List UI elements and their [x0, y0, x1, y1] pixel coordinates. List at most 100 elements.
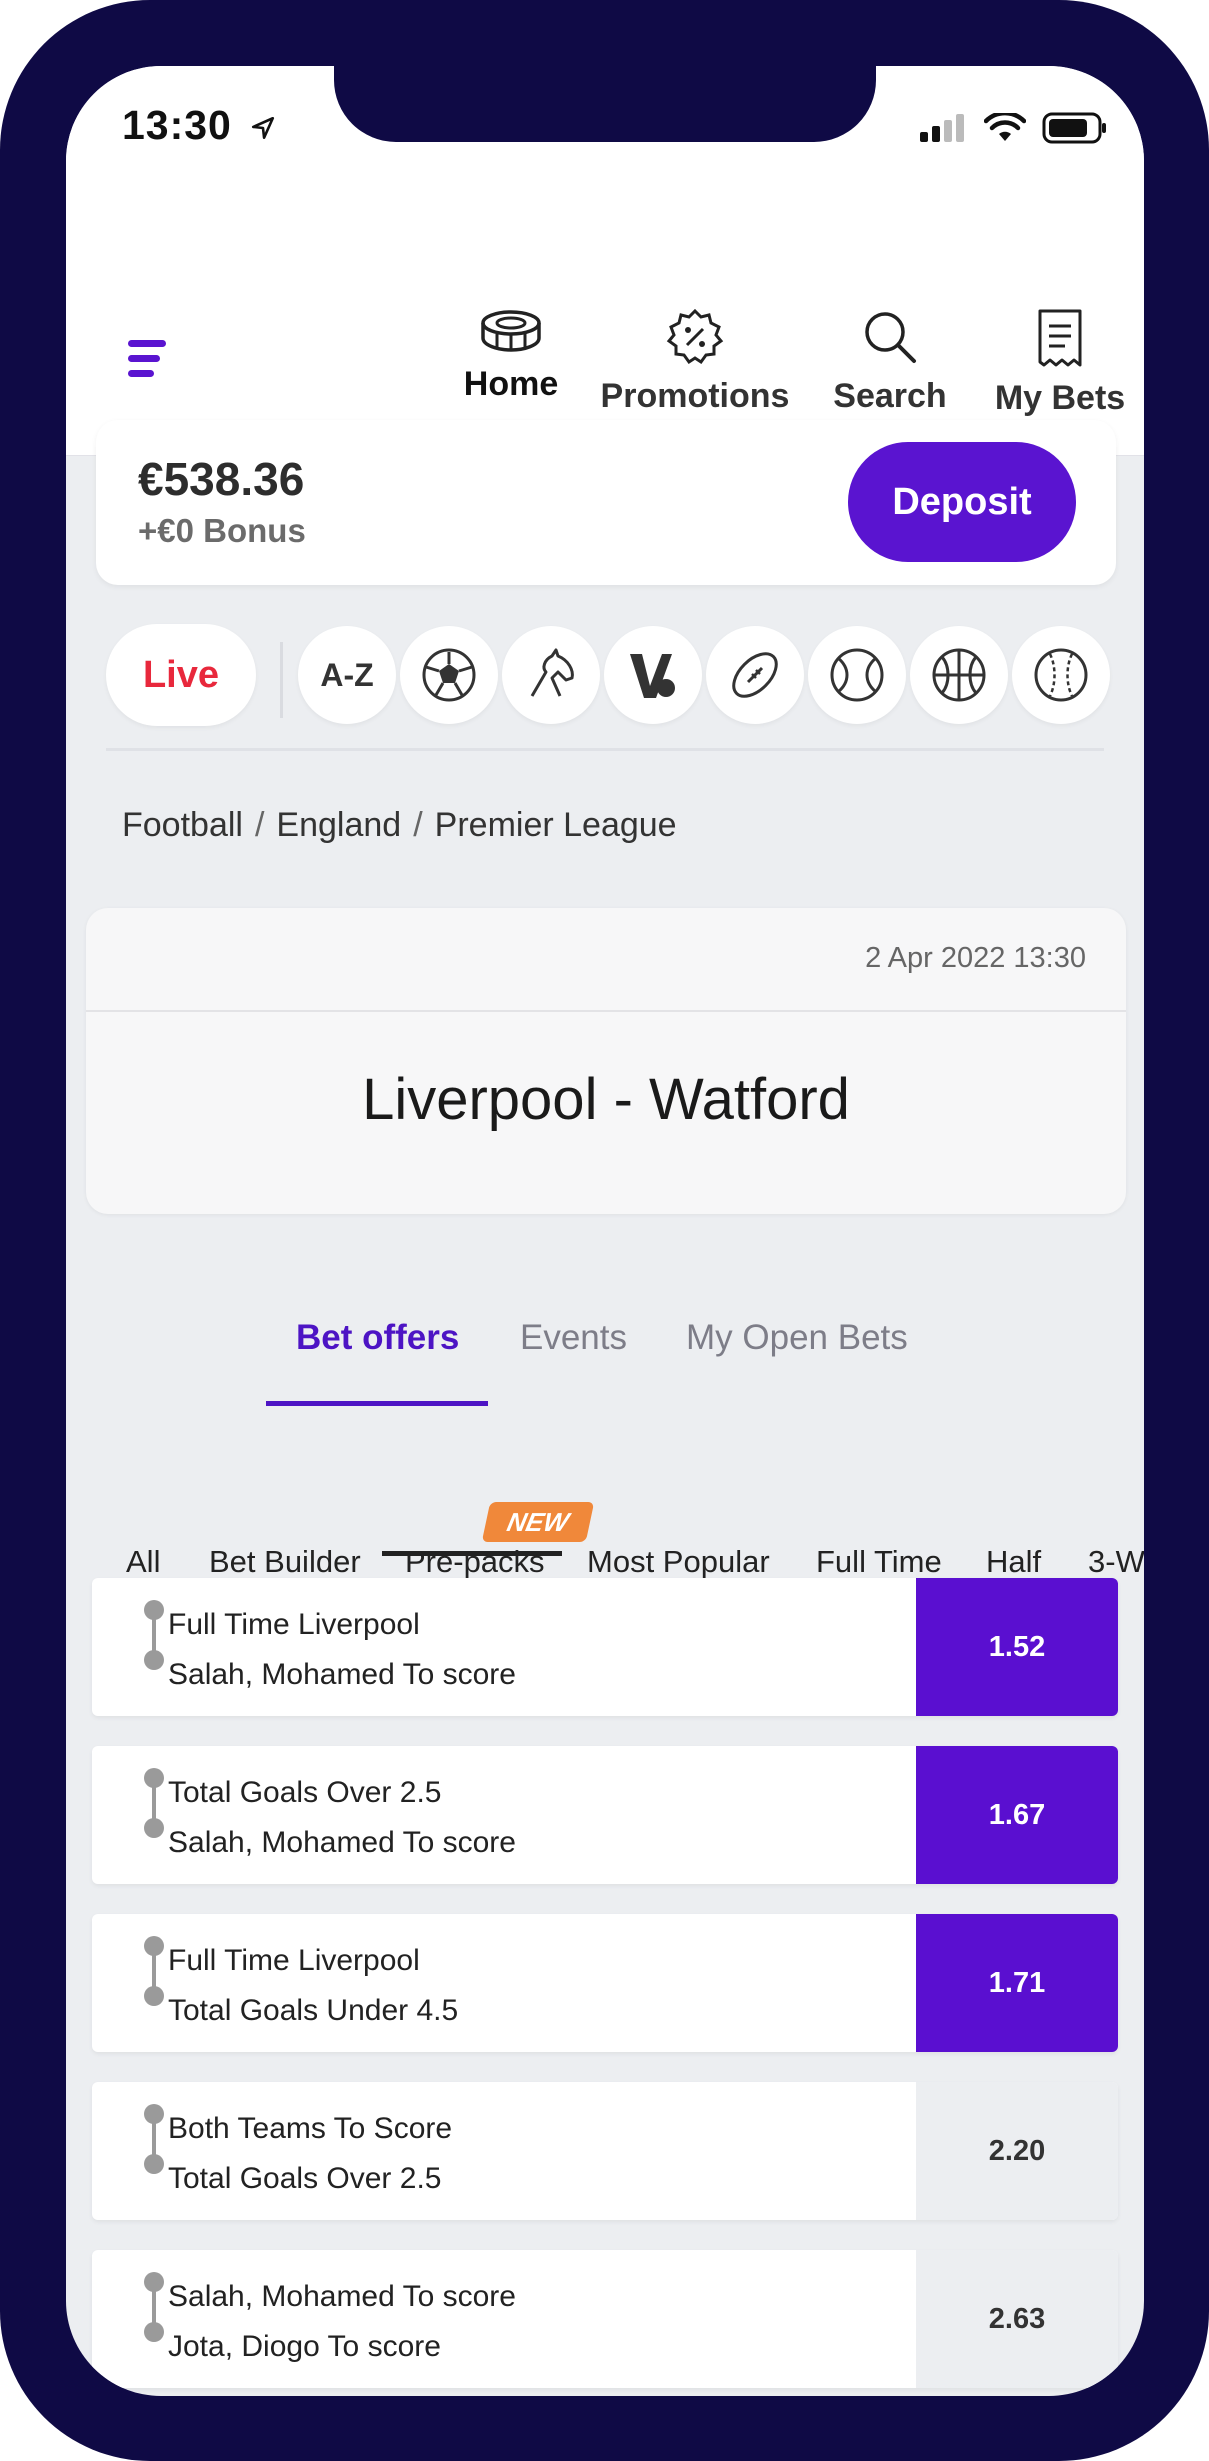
search-icon [865, 312, 916, 363]
bet-row[interactable]: Both Teams To Score Total Goals Over 2.5… [92, 2082, 1118, 2220]
filter-full-time[interactable]: Full Time [816, 1544, 942, 1580]
tab-active-indicator [266, 1401, 488, 1406]
sport-az-button[interactable]: A-Z [298, 626, 396, 724]
device-notch [334, 66, 876, 142]
sport-basketball-button[interactable] [910, 626, 1008, 724]
status-bar: 13:30 [66, 66, 1144, 236]
filter-bet-builder[interactable]: Bet Builder [209, 1544, 361, 1580]
balance-amount: €538.36 [138, 453, 305, 505]
nav-my-bets-label: My Bets [994, 379, 1126, 417]
breadcrumb-separator: / [413, 806, 423, 844]
event-tabs: Bet offers Events My Open Bets [66, 1298, 1144, 1378]
sport-horse-racing-button[interactable] [502, 626, 600, 724]
tab-events[interactable]: Events [520, 1318, 627, 1358]
sport-virtual-button[interactable] [604, 626, 702, 724]
stadium-icon [481, 310, 541, 352]
menu-button[interactable] [126, 336, 172, 387]
bet-dot [144, 1986, 164, 2006]
tab-bet-offers[interactable]: Bet offers [296, 1318, 459, 1358]
bet-dot [144, 1650, 164, 1670]
breadcrumb: Football / England / Premier League [122, 806, 677, 845]
bet-dot [144, 2322, 164, 2342]
bet-selection-line: Total Goals Over 2.5 [168, 1776, 442, 1809]
new-badge: NEW [481, 1502, 595, 1542]
odds-button[interactable]: 2.63 [916, 2250, 1118, 2388]
event-card: 2 Apr 2022 13:30 Liverpool - Watford [86, 908, 1126, 1214]
bonus-balance: +€0 Bonus [138, 512, 306, 549]
bet-selection-line: Both Teams To Score [168, 2112, 453, 2145]
bet-dot [144, 2154, 164, 2174]
nav-search[interactable]: Search [828, 308, 952, 416]
tab-my-open-bets[interactable]: My Open Bets [686, 1318, 908, 1358]
breadcrumb-separator: / [254, 806, 265, 844]
status-time: 13:30 [122, 102, 276, 149]
basketball-icon [932, 648, 986, 702]
battery-icon [1042, 112, 1106, 144]
bet-selection-line: Total Goals Over 2.5 [168, 2162, 442, 2195]
baseball-icon [1034, 648, 1088, 702]
bet-selections: Both Teams To Score Total Goals Over 2.5 [168, 2104, 452, 2204]
breadcrumb-premier-league[interactable]: Premier League [435, 806, 677, 844]
nav-promotions[interactable]: Promotions [598, 308, 792, 416]
filter-3-way[interactable]: 3-W [1088, 1544, 1144, 1580]
nav-my-bets[interactable]: My Bets [988, 308, 1132, 418]
bet-selection-line: Full Time Liverpool [168, 1608, 420, 1641]
section-divider [106, 748, 1104, 751]
filter-all[interactable]: All [126, 1544, 160, 1580]
nav-home-label: Home [463, 365, 559, 403]
bet-row[interactable]: Total Goals Over 2.5 Salah, Mohamed To s… [92, 1746, 1118, 1884]
bet-selection-line: Total Goals Under 4.5 [168, 1994, 459, 2027]
filter-pre-packs[interactable]: Pre-packs [405, 1544, 545, 1580]
sport-football-button[interactable] [400, 626, 498, 724]
bet-dot [144, 2272, 164, 2292]
tennis-icon [830, 648, 884, 702]
bet-row[interactable]: Salah, Mohamed To score Jota, Diogo To s… [92, 2250, 1118, 2388]
percent-badge-icon [666, 308, 724, 365]
live-button[interactable]: Live [106, 624, 256, 726]
bet-dot [144, 2104, 164, 2124]
breadcrumb-england[interactable]: England [276, 806, 401, 844]
bet-selections: Salah, Mohamed To score Jota, Diogo To s… [168, 2272, 516, 2372]
bet-selection-line: Jota, Diogo To score [168, 2330, 441, 2363]
filter-most-popular[interactable]: Most Popular [587, 1544, 770, 1580]
wifi-icon [984, 113, 1026, 141]
bet-selection-line: Salah, Mohamed To score [168, 1658, 516, 1691]
nav-home[interactable]: Home [458, 308, 564, 404]
v-sports-icon [630, 654, 675, 698]
bet-row[interactable]: Full Time Liverpool Total Goals Under 4.… [92, 1914, 1118, 2052]
sports-bar: Live A-Z [66, 622, 1144, 732]
sport-tennis-button[interactable] [808, 626, 906, 724]
status-icons [920, 112, 1108, 144]
cellular-signal-icon [920, 114, 964, 142]
event-title: Liverpool - Watford [362, 1067, 850, 1132]
bet-selections: Full Time Liverpool Salah, Mohamed To sc… [168, 1600, 516, 1700]
nav-promotions-label: Promotions [600, 377, 790, 415]
filter-active-indicator [382, 1551, 562, 1556]
bet-row[interactable]: Full Time Liverpool Salah, Mohamed To sc… [92, 1578, 1118, 1716]
odds-button[interactable]: 2.20 [916, 2082, 1118, 2220]
bet-dot [144, 1818, 164, 1838]
odds-button[interactable]: 1.52 [916, 1578, 1118, 1716]
bet-selection-line: Salah, Mohamed To score [168, 1826, 516, 1859]
horse-racing-icon [530, 648, 574, 697]
bet-selection-line: Salah, Mohamed To score [168, 2280, 516, 2313]
hamburger-menu-icon [128, 340, 166, 377]
sport-american-football-button[interactable] [706, 626, 804, 724]
status-time-text: 13:30 [122, 102, 232, 148]
odds-button[interactable]: 1.71 [916, 1914, 1118, 2052]
nav-search-label: Search [833, 377, 947, 415]
breadcrumb-football[interactable]: Football [122, 806, 243, 844]
bet-dot [144, 1600, 164, 1620]
bet-selection-line: Full Time Liverpool [168, 1944, 420, 1977]
sport-baseball-button[interactable] [1012, 626, 1110, 724]
filter-half[interactable]: Half [986, 1544, 1041, 1580]
receipt-icon [1038, 309, 1082, 367]
event-date: 2 Apr 2022 13:30 [865, 942, 1086, 974]
bet-selections: Full Time Liverpool Total Goals Under 4.… [168, 1936, 458, 2036]
deposit-button[interactable]: Deposit [848, 442, 1076, 562]
balance-card: €538.36 +€0 Bonus Deposit [96, 420, 1116, 585]
odds-button[interactable]: 1.67 [916, 1746, 1118, 1884]
american-football-icon [732, 652, 778, 698]
event-card-divider [86, 1010, 1126, 1012]
app-screen: 13:30 Home Promotions Search My Bets €53… [66, 66, 1144, 2396]
